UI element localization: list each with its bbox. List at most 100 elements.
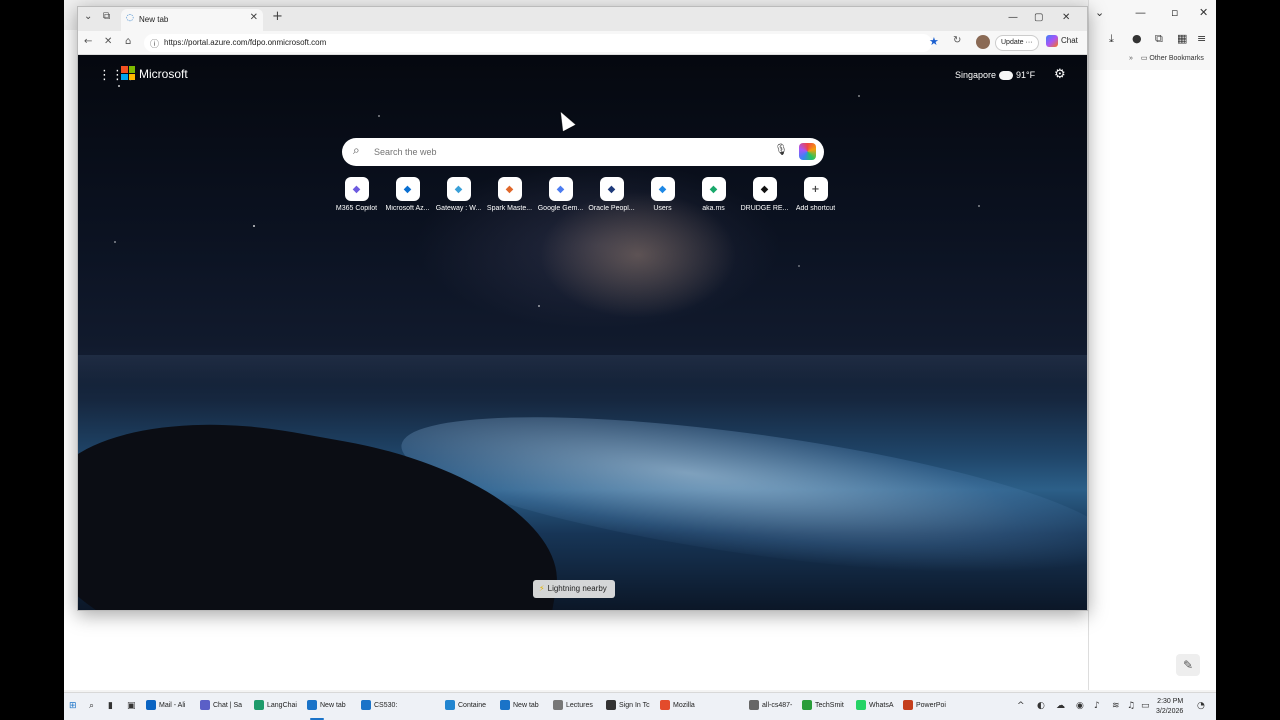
weather-widget[interactable]: Singapore 91°F: [955, 70, 1035, 81]
tab-actions-icon[interactable]: ⌄: [84, 11, 92, 22]
update-button[interactable]: Update ···: [995, 35, 1039, 51]
shortcut-tile[interactable]: ◆ Gateway : W...: [433, 177, 484, 212]
taskbar-app-label: Sign In Tc: [619, 701, 650, 709]
microphone-icon[interactable]: 🎙: [774, 143, 788, 156]
taskbar-app[interactable]: Sign In Tc: [606, 700, 650, 710]
chevron-up-icon[interactable]: ^: [1017, 701, 1025, 711]
download-icon[interactable]: ⤓: [1109, 32, 1114, 46]
other-bookmarks[interactable]: Other Bookmarks: [1149, 55, 1203, 62]
shortcut-tile[interactable]: ◆ aka.ms: [688, 177, 739, 212]
stop-loading-icon[interactable]: ✕: [104, 36, 112, 47]
new-tab-page: ⋮⋮⋮ Microsoft Singapore91°F ⚙ ⌕ 🎙 ◆M365 …: [78, 55, 1087, 610]
taskbar-app[interactable]: LangChai: [254, 700, 297, 710]
back-icon[interactable]: ←: [84, 36, 92, 47]
taskbar-app[interactable]: WhatsA: [856, 700, 894, 710]
background-browser-window[interactable]: ⌄ — ▫ ✕ ⤓ ● ⧉ ▦ ≡ » ▭ Other Bookmarks: [1088, 0, 1216, 690]
taskbar-app[interactable]: all-cs487-: [749, 700, 792, 710]
taskbar-app-label: Containe: [458, 701, 487, 709]
shortcut-tile[interactable]: ◆ DRUDGE RE...: [739, 177, 790, 212]
app-icon: [146, 700, 156, 710]
shortcut-tile[interactable]: ◆ M365 Copilot: [331, 177, 382, 212]
volume-icon[interactable]: ♫: [1127, 701, 1135, 711]
shortcut-tile[interactable]: ◆ Oracle Peopl...: [586, 177, 637, 212]
lightning-notification[interactable]: ⚡ Lightning nearby: [533, 580, 615, 598]
shortcut-tile[interactable]: ◆ Users: [637, 177, 688, 212]
extension-icon[interactable]: ↻: [953, 35, 961, 46]
gemini-icon: ◆: [548, 177, 573, 201]
search-icon[interactable]: ⌕: [89, 701, 94, 711]
shortcut-label: Oracle Peopl...: [588, 205, 635, 212]
start-icon[interactable]: ⊞: [69, 701, 77, 711]
pencil-icon[interactable]: ✎: [1176, 654, 1200, 676]
taskbar-app[interactable]: CS530:: [361, 700, 397, 710]
taskbar-app[interactable]: PowerPoi: [903, 700, 946, 710]
shortcut-tile[interactable]: + Add shortcut: [790, 177, 841, 212]
close-tab-icon[interactable]: ✕: [250, 12, 258, 23]
visual-search-icon[interactable]: [799, 143, 816, 160]
page-settings-icon[interactable]: ⚙: [1054, 67, 1066, 82]
tray-icon[interactable]: ◐: [1037, 701, 1045, 711]
account-icon[interactable]: ●: [1132, 32, 1142, 45]
cloud-icon[interactable]: ☁: [1056, 701, 1065, 711]
shortcut-list: ◆ M365 Copilot ◆ Microsoft Az... ◆ Gateway : …: [331, 177, 841, 212]
notification-icon[interactable]: ◔: [1197, 701, 1205, 711]
shortcut-tile[interactable]: ◆ Microsoft Az...: [382, 177, 433, 212]
shortcut-tile[interactable]: ◆ Google Gem...: [535, 177, 586, 212]
taskbar-app-label: all-cs487-: [762, 701, 793, 709]
maximize-icon[interactable]: ▫: [1171, 6, 1178, 19]
favorite-star-icon[interactable]: ★: [929, 35, 939, 48]
search-box[interactable]: ⌕ 🎙: [342, 138, 824, 166]
app-icon: [445, 700, 455, 710]
taskbar-app[interactable]: New tab: [500, 700, 539, 710]
clock[interactable]: 2:30 PM 3/2/2026: [1156, 697, 1183, 717]
microphone-icon[interactable]: ♪: [1094, 701, 1100, 711]
address-bar-row: ← ✕ ⌂ ⓘ https://portal.azure.com/fdpo.on…: [78, 31, 1087, 55]
shortcut-tile[interactable]: ◆ Spark Maste...: [484, 177, 535, 212]
minimize-icon[interactable]: —: [1008, 12, 1018, 23]
new-tab-button[interactable]: +: [272, 9, 283, 24]
chevron-down-icon[interactable]: ⌄: [1095, 6, 1104, 19]
close-icon[interactable]: ✕: [1199, 6, 1208, 19]
store-icon[interactable]: ▣: [127, 701, 136, 711]
search-input[interactable]: [374, 144, 754, 160]
bookmarks-bar[interactable]: » ▭ Other Bookmarks: [1129, 54, 1204, 62]
taskbar-app[interactable]: Containe: [445, 700, 486, 710]
oracle-icon: ◆: [599, 177, 624, 201]
workspaces-icon[interactable]: ⧉: [103, 11, 110, 22]
azure-icon: ◆: [395, 177, 420, 201]
shortcut-label: Gateway : W...: [435, 205, 482, 212]
site-info-icon[interactable]: ⓘ: [150, 37, 159, 50]
tab-new-tab[interactable]: ◌ New tab ✕: [121, 9, 263, 31]
microsoft-brand[interactable]: Microsoft: [139, 67, 188, 81]
mouse-cursor: [554, 108, 576, 132]
taskbar-app[interactable]: Mozilla: [660, 700, 695, 710]
menu-icon[interactable]: ≡: [1197, 32, 1206, 45]
more-bookmarks-icon[interactable]: »: [1129, 55, 1133, 62]
app-icon: [200, 700, 210, 710]
taskbar-app[interactable]: Mail - Ali: [146, 700, 185, 710]
search-icon: ⌕: [353, 143, 360, 157]
file-explorer-icon[interactable]: ▮: [108, 701, 113, 711]
url-text[interactable]: https://portal.azure.com/fdpo.onmicrosof…: [164, 38, 326, 47]
shortcut-label: aka.ms: [702, 205, 725, 212]
taskbar-app[interactable]: New tab: [307, 700, 346, 710]
apps-icon[interactable]: ▦: [1177, 32, 1187, 45]
update-label: Update: [1001, 39, 1024, 46]
taskbar-app-label: Mozilla: [673, 701, 695, 709]
copilot-chat-button[interactable]: Chat: [1046, 35, 1078, 47]
close-window-icon[interactable]: ✕: [1062, 12, 1070, 23]
taskbar-app[interactable]: Lectures: [553, 700, 593, 710]
address-bar[interactable]: ⓘ https://portal.azure.com/fdpo.onmicros…: [144, 34, 932, 52]
extensions-icon[interactable]: ⧉: [1155, 32, 1163, 46]
taskbar-app[interactable]: TechSmit: [802, 700, 844, 710]
network-icon[interactable]: ◉: [1076, 701, 1084, 711]
home-icon[interactable]: ⌂: [125, 36, 131, 47]
battery-icon[interactable]: ▭: [1141, 701, 1150, 711]
minimize-icon[interactable]: —: [1135, 6, 1146, 19]
gateway-icon: ◆: [446, 177, 471, 201]
taskbar-app[interactable]: Chat | Sa: [200, 700, 242, 710]
maximize-icon[interactable]: ▢: [1034, 12, 1043, 23]
wifi-icon[interactable]: ≋: [1112, 701, 1120, 711]
app-icon: [500, 700, 510, 710]
profile-avatar[interactable]: [976, 35, 990, 49]
